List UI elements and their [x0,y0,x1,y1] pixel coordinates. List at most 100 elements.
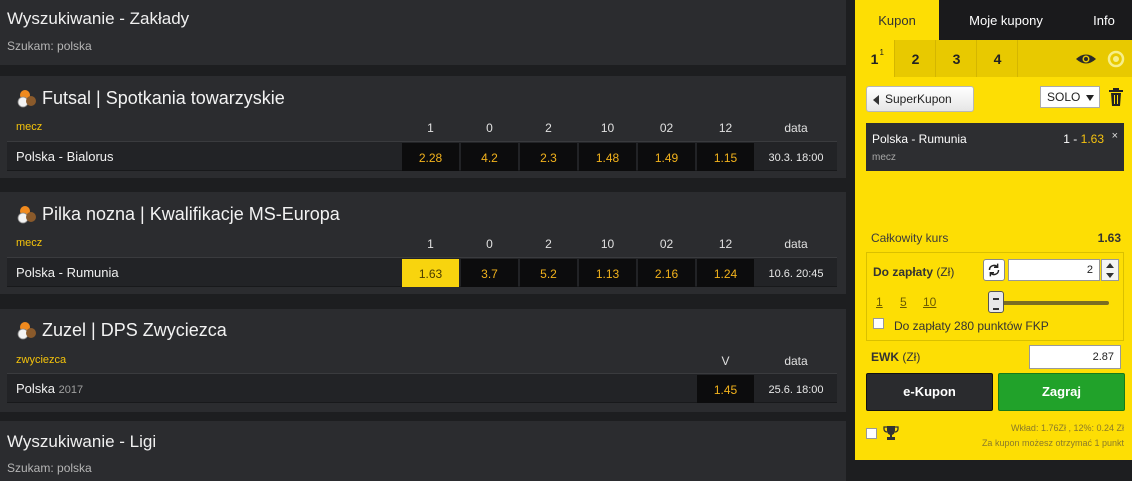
section-football: Pilka nozna | Kwalifikacje MS-Europa mec… [0,192,846,294]
col-head-2: 2 [545,121,552,135]
trash-icon[interactable] [1108,88,1124,106]
coupon-tab-2[interactable]: 2 [896,40,936,77]
ewk-unit: (Zł) [902,350,921,364]
col-head-2: 2 [545,237,552,251]
match-date: 10.6. 20:45 [768,268,824,280]
bet-odd-value: 1.63 [1080,132,1104,146]
quick-amount-5[interactable]: 5 [900,295,907,309]
market-label: zwyciezca [16,354,67,366]
stake-unit: (Zł) [936,265,955,279]
odd-button-selected[interactable]: 1.63 [402,259,459,287]
col-head-date: data [784,354,808,368]
market-label: mecz [16,237,43,249]
arrow-down-icon[interactable] [1106,273,1114,278]
quick-amount-10[interactable]: 10 [923,295,936,309]
odd-button[interactable]: 5.2 [520,259,577,287]
col-head-1: 1 [427,237,434,251]
odd-button[interactable]: 1.13 [579,259,636,287]
bet-separator: - [1073,132,1078,146]
sports-balls-icon [17,90,36,108]
ewk-label: EWK (Zł) [871,350,920,364]
refresh-coin-icon[interactable] [1107,50,1125,68]
odd-button[interactable]: 4.2 [461,143,518,171]
stake-label-text: Do zapłaty [873,265,934,279]
odd-button[interactable]: 1.24 [697,259,754,287]
bet-market: mecz [872,152,896,163]
sports-balls-icon [17,206,36,224]
total-odds-label: Całkowity kurs [871,231,949,245]
sports-balls-icon [17,322,36,340]
stake-slider-track[interactable] [997,301,1109,305]
odd-button[interactable]: 2.16 [638,259,695,287]
match-name: Polska - Rumunia [16,265,119,280]
col-head-02: 02 [659,121,674,135]
col-head-10: 10 [600,121,615,135]
bet-pick-odd: 1 - 1.63 [1063,132,1104,146]
match-date: 30.3. 18:00 [768,152,824,164]
search-results: Wyszukiwanie - Zakłady Szukam: polska Fu… [0,0,846,481]
chevron-down-icon [1086,95,1094,101]
ekupon-button[interactable]: e-Kupon [866,373,993,411]
coupon-tab-badge: 1 [879,48,884,57]
play-button[interactable]: Zagraj [998,373,1125,411]
col-head-12: 12 [718,237,733,251]
section-title: Pilka nozna | Kwalifikacje MS-Europa [42,204,340,224]
stake-input[interactable]: 2 [1008,259,1100,281]
close-icon[interactable]: × [1112,130,1118,142]
stake-stepper[interactable] [1101,259,1119,281]
eye-icon[interactable] [1075,52,1097,66]
search-bets-panel: Wyszukiwanie - Zakłady Szukam: polska [0,0,846,65]
coupon-number-tabs: 11 2 3 4 [855,40,1132,77]
participant-label: Polska [16,381,56,396]
search-bets-query: Szukam: polska [7,39,92,53]
tab-info[interactable]: Info [1080,0,1128,40]
chevron-left-icon [873,95,879,105]
stake-box: Do zapłaty (Zł) 2 1 5 10 Do zapłaty 280 … [866,252,1124,341]
odd-button[interactable]: 1.15 [697,143,754,171]
participant-name: Polska 2017 [16,381,83,396]
coupon-tab-4[interactable]: 4 [978,40,1018,77]
col-head-1: 1 [427,121,434,135]
bet-mode-value: SOLO [1047,90,1081,104]
stake-label: Do zapłaty (Zł) [873,265,954,279]
stake-slider-handle[interactable] [988,291,1004,313]
col-head-0: 0 [486,121,493,135]
coupon-tab-1[interactable]: 11 [855,40,895,77]
col-head-10: 10 [600,237,615,251]
search-leagues-title: Wyszukiwanie - Ligi [7,432,157,451]
coupon-tabs: Kupon Moje kupony Info [855,0,1132,40]
ewk-label-text: EWK [871,350,899,364]
odd-button[interactable]: 3.7 [461,259,518,287]
bet-mode-select[interactable]: SOLO [1040,86,1100,108]
section-futsal: Futsal | Spotkania towarzyskie mecz 1 0 … [0,76,846,178]
odd-button[interactable]: 1.49 [638,143,695,171]
section-title: Zuzel | DPS Zwyciezca [42,320,227,340]
tab-moje-kupony[interactable]: Moje kupony [947,0,1065,40]
match-date: 25.6. 18:00 [768,384,824,396]
arrow-up-icon[interactable] [1106,263,1114,268]
search-leagues-panel: Wyszukiwanie - Ligi Szukam: polska [0,421,846,481]
trophy-icon [883,426,899,440]
fkp-checkbox[interactable] [873,318,884,329]
refresh-icon[interactable] [983,259,1005,281]
bet-match: Polska - Rumunia [872,132,967,146]
odd-button[interactable]: 1.45 [697,375,754,403]
section-title: Futsal | Spotkania towarzyskie [42,88,285,108]
match-name: Polska - Bialorus [16,149,114,164]
coupon-tab-3[interactable]: 3 [937,40,977,77]
superkupon-button[interactable]: SuperKupon [866,86,974,112]
fkp-label: Do zapłaty 280 punktów FKP [894,319,1049,333]
bet-item: Polska - Rumunia 1 - 1.63 × mecz [866,123,1124,171]
col-head-date: data [784,121,808,135]
quick-amount-1[interactable]: 1 [876,295,883,309]
odd-button[interactable]: 1.48 [579,143,636,171]
col-head-v: V [721,354,730,368]
odd-button[interactable]: 2.3 [520,143,577,171]
points-info: Za kupon możesz otrzymać 1 punkt [981,438,1124,448]
bet-pick: 1 [1063,132,1070,146]
tab-kupon[interactable]: Kupon [855,0,939,40]
participant-year: 2017 [58,384,84,396]
footer-checkbox[interactable] [866,428,877,439]
col-head-0: 0 [486,237,493,251]
odd-button[interactable]: 2.28 [402,143,459,171]
